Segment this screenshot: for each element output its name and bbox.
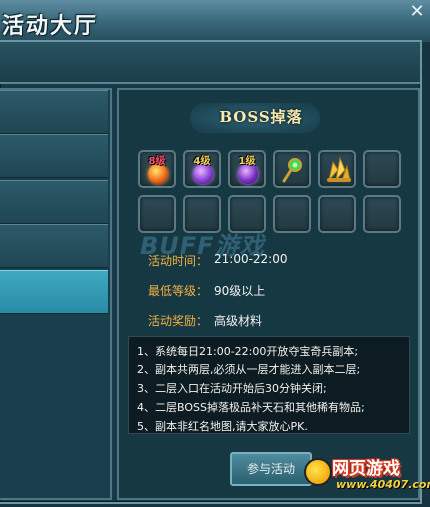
smiley-logo-icon (304, 458, 332, 486)
boss-drop-title: BOSS掉落 (219, 108, 303, 126)
drop-slot[interactable] (273, 150, 311, 188)
drop-slot[interactable] (318, 150, 356, 188)
activity-list-item[interactable] (0, 134, 108, 178)
min-level-value: 90级以上 (214, 284, 266, 298)
activity-list-panel (0, 88, 112, 500)
activity-list-item-active[interactable] (0, 270, 108, 314)
rule-line: 5、副本非红名地图,请大家放心PK. (137, 420, 308, 433)
drop-slot-level: 1级 (238, 156, 256, 167)
activity-list-item[interactable] (0, 224, 108, 268)
drop-slot[interactable]: 8级 (138, 150, 176, 188)
activity-list-item[interactable] (0, 90, 108, 134)
activity-reward-value: 高级材料 (214, 314, 263, 328)
drop-slot-level: 4级 (193, 156, 211, 167)
min-level-label: 最低等级： (148, 284, 209, 298)
rule-line: 4、二层BOSS掉落极品补天石和其他稀有物品; (137, 401, 365, 414)
activity-reward-label: 活动奖励： (148, 314, 209, 328)
window-title: 活动大厅 (2, 13, 99, 39)
site-watermark: 网页游戏 www.40407.com (296, 450, 430, 502)
drop-slot-level: 8级 (148, 156, 166, 167)
activity-time-label: 活动时间： (148, 254, 209, 268)
drop-slot-empty[interactable] (318, 195, 356, 233)
gem-orb-icon (148, 164, 168, 184)
watermark-url: www.40407.com (336, 478, 430, 491)
rule-line: 2、副本共两层,必须从一层才能进入副本二层; (137, 363, 361, 376)
watermark-brand: 网页游戏 (332, 459, 400, 479)
gold-crystal-icon (327, 156, 351, 182)
rule-line: 3、二层入口在活动开始后30分钟关闭; (137, 382, 327, 395)
close-icon[interactable]: ✕ (406, 1, 428, 23)
activity-time-value: 21:00-22:00 (214, 252, 288, 266)
gem-orb-icon (193, 164, 213, 184)
drop-slot-empty[interactable] (363, 195, 401, 233)
top-banner-bar (0, 42, 420, 84)
gem-orb-icon (238, 164, 258, 184)
drop-slot[interactable]: 1级 (228, 150, 266, 188)
activity-list-item[interactable] (0, 180, 108, 224)
rule-line: 1、系统每日21:00-22:00开放夺宝奇兵副本; (137, 345, 359, 358)
green-staff-icon (282, 158, 302, 183)
drop-slot-empty[interactable] (363, 150, 401, 188)
drop-slot[interactable]: 4级 (183, 150, 221, 188)
